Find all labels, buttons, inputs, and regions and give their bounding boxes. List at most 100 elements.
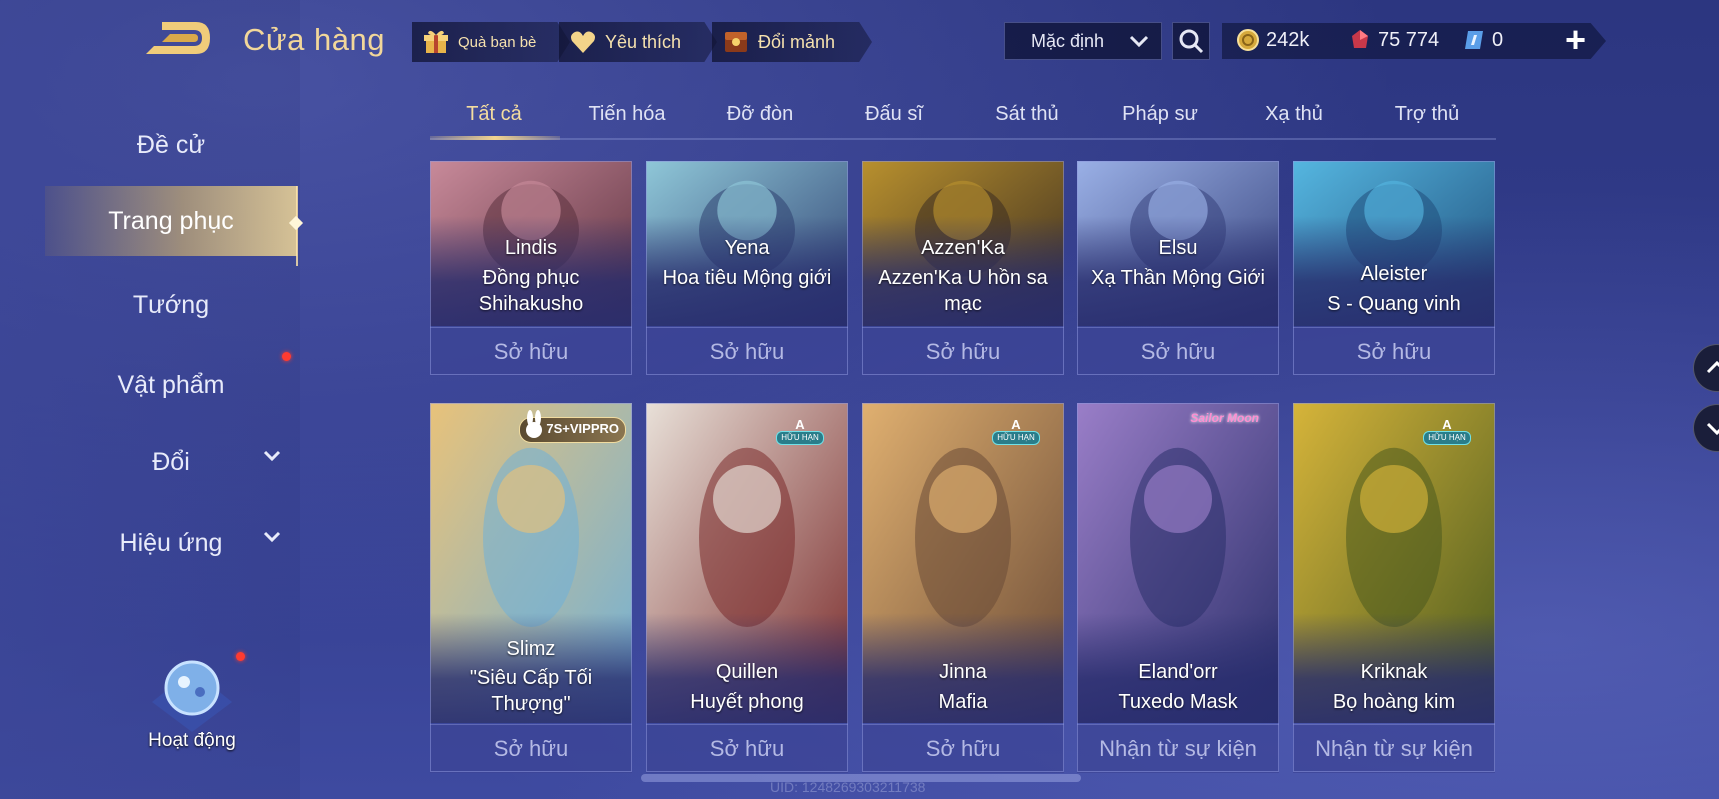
ownership-status: Nhận từ sự kiện [1293,724,1495,773]
gem-amount: 75 774 [1378,28,1440,51]
friend-gift-label: Quà bạn bè [458,33,537,51]
ownership-status: Nhận từ sự kiện [1077,724,1279,773]
tab-mage[interactable]: Pháp sư [1096,96,1224,138]
add-currency-button[interactable]: + [1565,22,1586,58]
gift-icon [424,30,448,53]
skin-card[interactable]: Slimz "Siêu Cấp Tối Thượng" Sở hữu 7S+VIPPR… [430,403,632,773]
skin-name: "Siêu Cấp Tối Thượng" [469,667,593,715]
sidebar-item-heroes[interactable]: Tướng [45,270,297,340]
tab-assassin[interactable]: Sát thủ [963,96,1091,138]
voucher-icon [1465,31,1483,49]
ownership-status: Sở hữu [862,327,1064,376]
sidebar-item-recommended[interactable]: Đề cử [45,110,297,180]
limited-badge: A HỮU HẠN [986,415,1046,447]
skin-name: Bọ hoàng kim [1332,691,1456,713]
skin-card[interactable]: Aleister S - Quang vinh Sở hữu [1293,161,1495,376]
skin-name: Mafia [938,691,988,713]
hero-name: Quillen [715,661,779,683]
badge-text: HỮU HẠN [776,430,824,445]
voucher-currency: 0 [1462,28,1503,52]
sidebar-item-effects[interactable]: Hiệu ứng [45,508,297,578]
hero-name: Kriknak [1360,661,1428,683]
tab-divider [430,138,1496,140]
search-button[interactable] [1172,22,1210,60]
limited-badge: A HỮU HẠN [1417,415,1477,447]
activity-button[interactable]: Hoạt động [128,652,256,762]
hero-name: Elsu [1158,237,1198,259]
sidebar-item-exchange[interactable]: Đổi [45,427,297,497]
tab-evolution[interactable]: Tiến hóa [563,96,691,138]
skin-name: Tuxedo Mask [1118,691,1238,713]
red-gem-icon [1352,30,1368,48]
category-tabs: Tất cả Tiến hóa Đỡ đòn Đấu sĩ Sát thủ Ph… [430,96,1496,140]
badge-letter: A [1442,416,1452,432]
skin-card[interactable]: Kriknak Bọ hoàng kim Nhận từ sự kiện A HỮU H… [1293,403,1495,773]
favorites-button[interactable]: Yêu thích [559,22,717,62]
store-screen: Cửa hàng Quà bạn bè Yêu thích Đổi mảnh M… [0,0,1719,799]
scroll-up-button[interactable] [1693,344,1719,392]
tab-fighter[interactable]: Đấu sĩ [830,96,958,138]
chevron-down-icon [1129,35,1149,47]
hero-name: Yena [724,237,770,259]
notification-dot [236,652,245,661]
tab-support[interactable]: Trợ thủ [1363,96,1491,138]
badge-letter: A [1011,416,1021,432]
sort-dropdown[interactable]: Mặc định [1004,22,1162,60]
skin-card[interactable]: Elsu Xạ Thần Mộng Giới Sở hữu [1077,161,1279,376]
friend-gift-button[interactable]: Quà bạn bè [412,22,570,62]
skin-name: Hoa tiêu Mộng giới [662,267,832,289]
gem-currency: 75 774 [1348,28,1439,52]
back-arrow-icon [146,22,210,54]
hero-name: Aleister [1360,263,1428,285]
skin-card[interactable]: Quillen Huyết phong Sở hữu A HỮU HẠN [646,403,848,773]
gold-coin-icon [1237,29,1259,51]
hero-name: Lindis [504,237,558,259]
limited-badge: A HỮU HẠN [770,415,830,447]
skin-card[interactable]: Azzen'Ka Azzen'Ka U hồn sa mạc Sở hữu [862,161,1064,376]
ownership-status: Sở hữu [1077,327,1279,376]
sidebar-item-label: Đổi [152,447,190,476]
fragment-exchange-button[interactable]: Đổi mảnh [712,22,872,62]
badge-letter: A [795,416,805,432]
sidebar-item-items[interactable]: Vật phẩm [45,350,297,420]
gold-amount: 242k [1266,28,1310,51]
heart-icon [571,31,595,53]
notification-dot [282,352,291,361]
sidebar-item-label: Vật phẩm [117,370,225,399]
sort-value: Mặc định [1031,30,1105,51]
skin-card[interactable]: Lindis Đồng phục Shihakusho Sở hữu [430,161,632,376]
tab-tank[interactable]: Đỡ đòn [696,96,824,138]
chevron-up-icon [1706,360,1719,374]
ownership-status: Sở hữu [646,724,848,773]
voucher-amount: 0 [1492,28,1504,51]
chevron-down-icon [1706,422,1719,436]
scroll-down-button[interactable] [1693,404,1719,452]
hero-name: Jinna [939,661,987,683]
fragment-exchange-label: Đổi mảnh [758,31,836,52]
ownership-status: Sở hữu [862,724,1064,773]
chevron-down-icon [263,531,281,543]
skin-card[interactable]: Eland'orr Tuxedo Mask Nhận từ sự kiện Sailo… [1077,403,1279,773]
back-button[interactable] [140,18,216,58]
ownership-status: Sở hữu [430,724,632,773]
tab-all[interactable]: Tất cả [430,96,558,138]
fragment-chest-icon [725,32,747,52]
chevron-down-icon [263,450,281,462]
vip-badge: 7S+VIPPRO [519,410,626,443]
skin-name: Huyết phong [690,691,804,713]
search-icon [1179,29,1204,54]
page-title: Cửa hàng [243,22,385,57]
ownership-status: Sở hữu [646,327,848,376]
sidebar-item-skins[interactable]: Trang phục [45,186,297,256]
tab-marksman[interactable]: Xạ thủ [1230,96,1358,138]
ownership-status: Sở hữu [1293,327,1495,376]
sidebar-item-label: Trang phục [108,206,234,235]
skin-name: Xạ Thần Mộng Giới [1091,267,1265,289]
sidebar-item-label: Đề cử [136,130,206,159]
hero-name: Eland'orr [1138,661,1218,683]
skin-card[interactable]: Yena Hoa tiêu Mộng giới Sở hữu [646,161,848,376]
sidebar-item-label: Hiệu ứng [119,528,223,557]
badge-text: HỮU HẠN [1423,430,1471,445]
user-id: UID: 1248269303211738 [770,779,926,795]
skin-card[interactable]: Jinna Mafia Sở hữu A HỮU HẠN [862,403,1064,773]
